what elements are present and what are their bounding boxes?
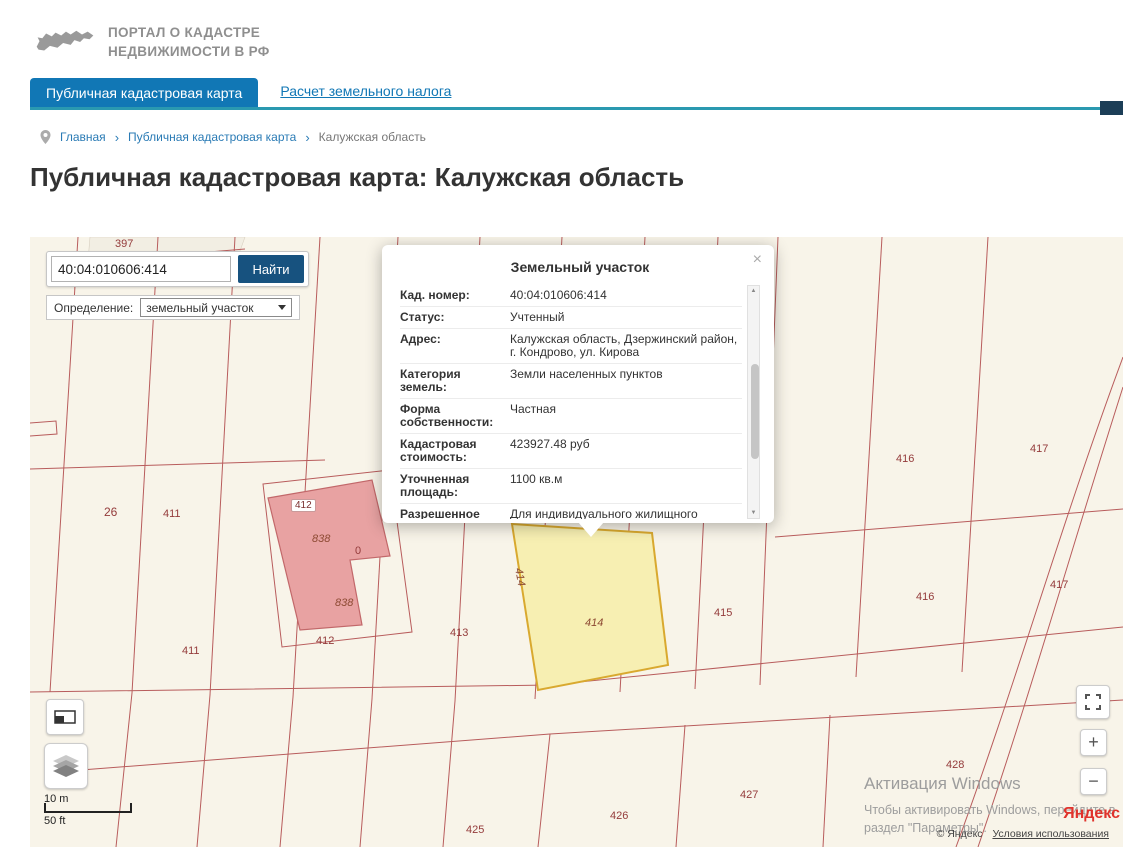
parcel-label: 428 <box>946 759 965 771</box>
layers-icon <box>53 755 79 777</box>
popup-row-land-category: Категория земель: Земли населенных пункт… <box>400 363 742 398</box>
object-type-select[interactable]: земельный участок <box>140 298 293 317</box>
parcel-label: 838 <box>335 597 354 609</box>
popup-row-cad-number: Кад. номер: 40:04:010606:414 <box>400 285 742 306</box>
map-canvas[interactable]: 397 26 411 412 838 0 838 412 413 414 414… <box>30 237 1123 847</box>
parcel-label: 417 <box>1050 579 1069 591</box>
fullscreen-icon <box>1085 694 1101 710</box>
site-logo[interactable]: ПОРТАЛ О КАДАСТРЕ НЕДВИЖИМОСТИ В РФ <box>34 24 1123 62</box>
zoom-in-button[interactable]: + <box>1080 729 1107 756</box>
select-value: земельный участок <box>146 300 254 315</box>
row-label: Кад. номер: <box>400 288 470 302</box>
ruler-tool-button[interactable] <box>46 699 84 735</box>
parcel-label: 425 <box>466 824 485 836</box>
close-icon[interactable]: × <box>753 252 762 268</box>
terms-link[interactable]: Условия использования <box>992 828 1109 840</box>
breadcrumb-current: Калужская область <box>318 130 426 145</box>
row-label: Форма собственности: <box>400 402 494 429</box>
row-value: 423927.48 руб <box>510 437 590 451</box>
nav-end-block <box>1100 100 1123 115</box>
breadcrumb-public-map[interactable]: Публичная кадастровая карта <box>128 130 296 144</box>
site-title-line1: ПОРТАЛ О КАДАСТРЕ <box>108 25 261 40</box>
layers-button[interactable] <box>44 743 88 789</box>
tab-public-cadastral-map[interactable]: Публичная кадастровая карта <box>30 77 259 107</box>
map-attribution: © Яндекс Условия использования <box>937 828 1109 840</box>
building-footprint <box>267 479 391 631</box>
chevron-down-icon <box>278 305 287 310</box>
search-input[interactable] <box>51 256 231 282</box>
row-value: Земли населенных пунктов <box>510 367 663 381</box>
parcel-label: 411 <box>182 645 200 657</box>
row-value: 40:04:010606:414 <box>510 288 607 302</box>
scroll-up-icon[interactable]: ▲ <box>751 288 757 294</box>
row-label: Категория земель: <box>400 367 461 394</box>
breadcrumb: Главная › Публичная кадастровая карта › … <box>40 130 1123 145</box>
parcel-label: 411 <box>163 508 181 520</box>
row-value: 1100 кв.м <box>510 472 563 486</box>
popup-title: Земельный участок <box>510 259 650 275</box>
breadcrumb-home[interactable]: Главная <box>60 130 106 144</box>
parcel-label: 838 <box>312 533 331 545</box>
ruler-icon <box>54 710 76 724</box>
filter-panel: Определение: земельный участок <box>46 295 301 320</box>
parcel-label: 415 <box>714 607 733 619</box>
search-panel: Найти <box>46 251 309 287</box>
popup-pointer <box>578 522 604 537</box>
scale-imperial: 50 ft <box>44 815 66 827</box>
parcel-label: 0 <box>355 545 362 557</box>
popup-body: Кад. номер: 40:04:010606:414 Статус: Учт… <box>400 285 760 519</box>
popup-row-address: Адрес: Калужская область, Дзержинский ра… <box>400 328 742 363</box>
parcel-label: 416 <box>916 591 935 603</box>
row-value: Частная <box>510 402 556 416</box>
fullscreen-button[interactable] <box>1076 685 1110 719</box>
tab-land-tax-calc[interactable]: Расчет земельного налога <box>280 83 451 107</box>
main-nav: Публичная кадастровая карта Расчет земел… <box>30 77 1123 115</box>
parcel-label: 414 <box>585 617 604 629</box>
popup-scrollbar[interactable]: ▲ ▼ <box>747 285 760 519</box>
parcel-label: 412 <box>316 635 335 647</box>
watermark-title: Активация Windows <box>864 774 1021 793</box>
row-value: Калужская область, Дзержинский район, г.… <box>510 332 738 359</box>
scrollbar-thumb[interactable] <box>750 364 759 459</box>
page-title: Публичная кадастровая карта: Калужская о… <box>30 161 685 192</box>
row-value: Учтенный <box>510 310 565 324</box>
popup-row-permitted-use: Разрешенное Для индивидуального жилищног… <box>400 503 742 519</box>
location-pin-icon <box>40 130 51 145</box>
popup-row-status: Статус: Учтенный <box>400 306 742 328</box>
scroll-down-icon[interactable]: ▼ <box>751 510 757 516</box>
yandex-logo[interactable]: Яндекс <box>1063 805 1120 823</box>
scale-bar <box>44 803 132 813</box>
copyright-text: © Яндекс <box>936 828 983 840</box>
popup-row-cadastral-value: Кадастровая стоимость: 423927.48 руб <box>400 433 742 468</box>
breadcrumb-separator-icon: › <box>305 129 310 145</box>
popup-row-ownership: Форма собственности: Частная <box>400 398 742 433</box>
breadcrumb-separator-icon: › <box>114 129 120 145</box>
site-title-line2: НЕДВИЖИМОСТИ В РФ <box>108 43 270 59</box>
filter-label: Определение: <box>54 300 134 315</box>
parcel-label: 397 <box>115 238 134 250</box>
scale-metric: 10 m <box>44 793 69 805</box>
parcel-label: 416 <box>896 453 915 465</box>
parcel-label: 413 <box>450 627 469 639</box>
row-label: Адрес: <box>400 332 441 346</box>
map-scale: 10 m 50 ft <box>44 793 132 827</box>
parcel-label: 417 <box>1030 443 1049 455</box>
site-title: ПОРТАЛ О КАДАСТРЕ НЕДВИЖИМОСТИ В РФ <box>108 24 270 62</box>
row-label: Уточненная площадь: <box>400 472 470 499</box>
selected-parcel-414[interactable] <box>510 522 670 692</box>
row-label: Кадастровая стоимость: <box>400 437 477 464</box>
popup-rows: Кад. номер: 40:04:010606:414 Статус: Учт… <box>400 285 742 519</box>
parcel-info-popup: × Земельный участок Кад. номер: 40:04:01… <box>382 245 774 537</box>
row-value: Для индивидуального жилищного <box>510 507 698 520</box>
parcel-label: 426 <box>610 810 629 822</box>
russia-map-icon <box>36 30 94 51</box>
parcel-label: 412 <box>291 499 316 512</box>
popup-row-area: Уточненная площадь: 1100 кв.м <box>400 468 742 503</box>
row-label: Разрешенное <box>400 507 480 520</box>
parcel-label: 427 <box>740 789 759 801</box>
parcel-label: 26 <box>104 505 118 519</box>
find-button[interactable]: Найти <box>238 255 304 283</box>
row-label: Статус: <box>400 310 445 324</box>
